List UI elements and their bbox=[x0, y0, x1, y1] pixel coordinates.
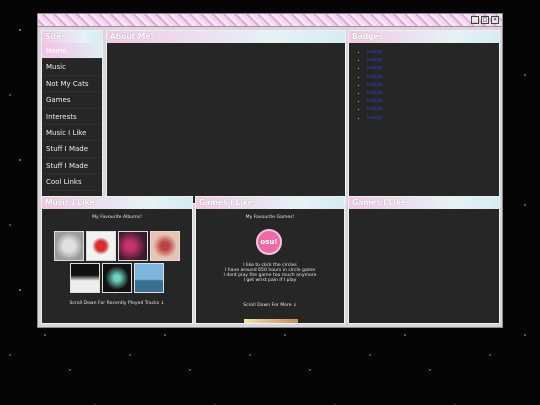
albums-heading: My Favourite Albums! bbox=[92, 215, 142, 220]
badge-link[interactable]: badge bbox=[367, 65, 383, 71]
nav-item-not-my-cats[interactable]: Not My Cats bbox=[42, 76, 102, 93]
album-cover[interactable] bbox=[86, 231, 116, 261]
sites-panel: Sites Home Music Not My Cats Games Inter… bbox=[41, 30, 103, 204]
music-panel: Music I Like My Favourite Albums! Scroll… bbox=[41, 196, 193, 324]
about-panel: About Me! bbox=[106, 30, 346, 204]
nav-item-games[interactable]: Games bbox=[42, 92, 102, 109]
badge-link[interactable]: badge bbox=[367, 74, 383, 80]
nav-item-stuff-i-made-2[interactable]: Stuff I Made bbox=[42, 158, 102, 175]
nav-item-music[interactable]: Music bbox=[42, 59, 102, 76]
badge-link[interactable]: badge bbox=[367, 115, 383, 121]
badge-link[interactable]: badge bbox=[367, 82, 383, 88]
nav-item-stuff-i-made[interactable]: Stuff I Made bbox=[42, 141, 102, 158]
game-image-preview bbox=[244, 319, 298, 323]
album-cover[interactable] bbox=[102, 263, 132, 293]
album-cover[interactable] bbox=[70, 263, 100, 293]
music-scroll-hint: Scroll Down For Recently Played Tracks ↓ bbox=[69, 301, 165, 306]
window-controls: _ □ × bbox=[471, 16, 499, 24]
badge-link[interactable]: badge bbox=[367, 49, 383, 55]
games-description: I like to click the circles I have aroun… bbox=[196, 263, 344, 283]
about-title: About Me! bbox=[107, 31, 345, 43]
nav-item-home[interactable]: Home bbox=[42, 43, 102, 60]
games-panel: Games I Like My Favourite Games! osu! I … bbox=[195, 196, 345, 324]
osu-logo-icon: osu! bbox=[256, 229, 282, 255]
sites-title: Sites bbox=[42, 31, 102, 43]
maximize-button[interactable]: □ bbox=[481, 16, 489, 24]
games-title: Games I Like bbox=[196, 197, 344, 209]
games-scroll-hint: Scroll Down For More ↓ bbox=[243, 303, 297, 308]
badge-list: badge badge badge badge badge badge badg… bbox=[349, 49, 499, 123]
nav-item-music-i-like[interactable]: Music I Like bbox=[42, 125, 102, 142]
album-cover[interactable] bbox=[118, 231, 148, 261]
nav-item-cool-links[interactable]: Cool Links bbox=[42, 174, 102, 191]
badges-panel: Badges badge badge badge badge badge bad… bbox=[348, 30, 500, 204]
nav-item-interests[interactable]: Interests bbox=[42, 109, 102, 125]
badge-link[interactable]: badge bbox=[367, 98, 383, 104]
window-titlebar[interactable]: _ □ × bbox=[38, 14, 502, 27]
games-heading: My Favourite Games! bbox=[245, 215, 295, 220]
album-cover[interactable] bbox=[134, 263, 164, 293]
badges-title: Badges bbox=[349, 31, 499, 43]
album-cover[interactable] bbox=[54, 231, 84, 261]
extra-title: Games I Like bbox=[349, 197, 499, 209]
games-line: I get wrist pain if I play bbox=[243, 278, 297, 283]
music-title: Music I Like bbox=[42, 197, 192, 209]
badge-link[interactable]: badge bbox=[367, 106, 383, 112]
close-button[interactable]: × bbox=[491, 16, 499, 24]
main-window: _ □ × Sites Home Music Not My Cats Games… bbox=[37, 13, 503, 328]
badge-link[interactable]: badge bbox=[367, 57, 383, 63]
album-cover[interactable] bbox=[150, 231, 180, 261]
extra-panel: Games I Like bbox=[348, 196, 500, 324]
minimize-button[interactable]: _ bbox=[471, 16, 479, 24]
badge-link[interactable]: badge bbox=[367, 90, 383, 96]
